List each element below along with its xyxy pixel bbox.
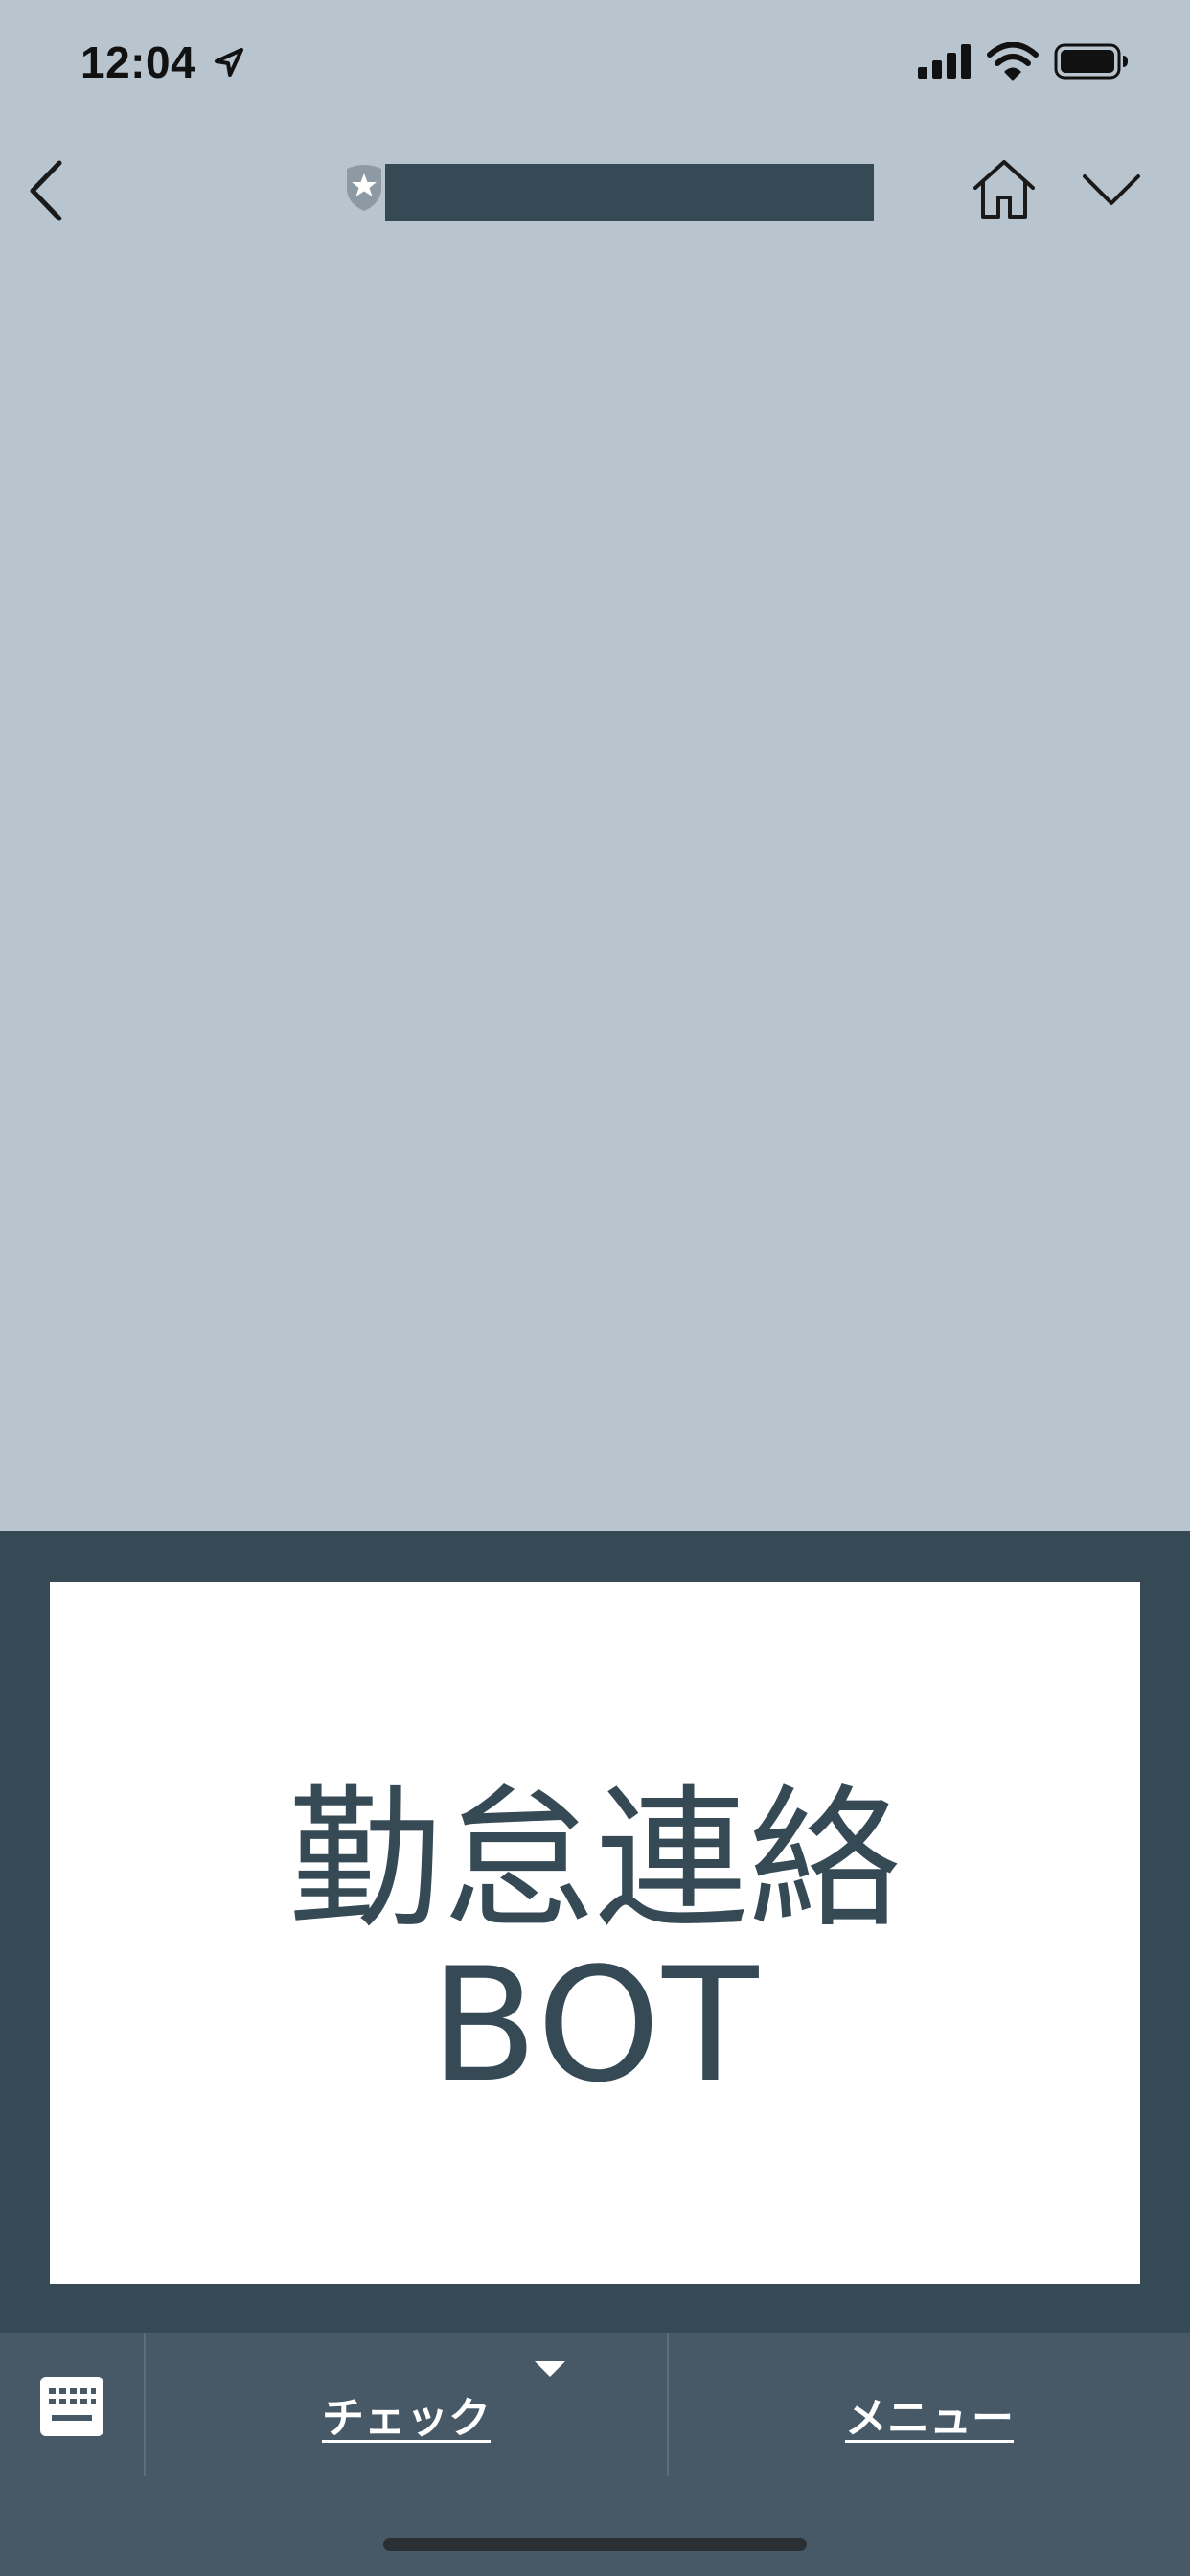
- nav-bar: [0, 134, 1190, 249]
- keyboard-icon[interactable]: [40, 2377, 103, 2440]
- cellular-signal-icon: [918, 44, 973, 82]
- home-indicator: [383, 2538, 807, 2551]
- rich-menu-card[interactable]: 勤怠連絡 BOT: [50, 1582, 1140, 2284]
- tab-check-label: チェック: [322, 2394, 491, 2443]
- keyboard-toggle[interactable]: [0, 2333, 144, 2476]
- back-chevron-icon[interactable]: [27, 159, 65, 226]
- rich-menu-title: 勤怠連絡: [287, 1770, 902, 1949]
- chat-title-redacted: [385, 164, 874, 221]
- status-bar: 12:04: [0, 0, 1190, 134]
- rich-menu: 勤怠連絡 BOT: [0, 1531, 1190, 2333]
- location-arrow-icon: [213, 46, 245, 82]
- wifi-icon: [987, 41, 1039, 84]
- battery-icon: [1054, 43, 1129, 83]
- chat-area: [0, 249, 1190, 1531]
- bottom-bar: チェック メニュー: [0, 2333, 1190, 2576]
- rich-menu-label: 勤怠連絡 BOT: [50, 1582, 1140, 2284]
- rich-menu-subtitle: BOT: [429, 1934, 761, 2117]
- tab-menu-label: メニュー: [845, 2394, 1014, 2443]
- tab-menu[interactable]: メニュー: [669, 2333, 1190, 2476]
- caret-up-icon: [535, 2361, 565, 2382]
- official-account-badge-icon: [343, 163, 385, 217]
- chevron-down-icon[interactable]: [1081, 172, 1142, 213]
- status-time: 12:04: [80, 37, 196, 87]
- tab-check[interactable]: チェック: [146, 2333, 667, 2476]
- home-icon[interactable]: [970, 157, 1039, 226]
